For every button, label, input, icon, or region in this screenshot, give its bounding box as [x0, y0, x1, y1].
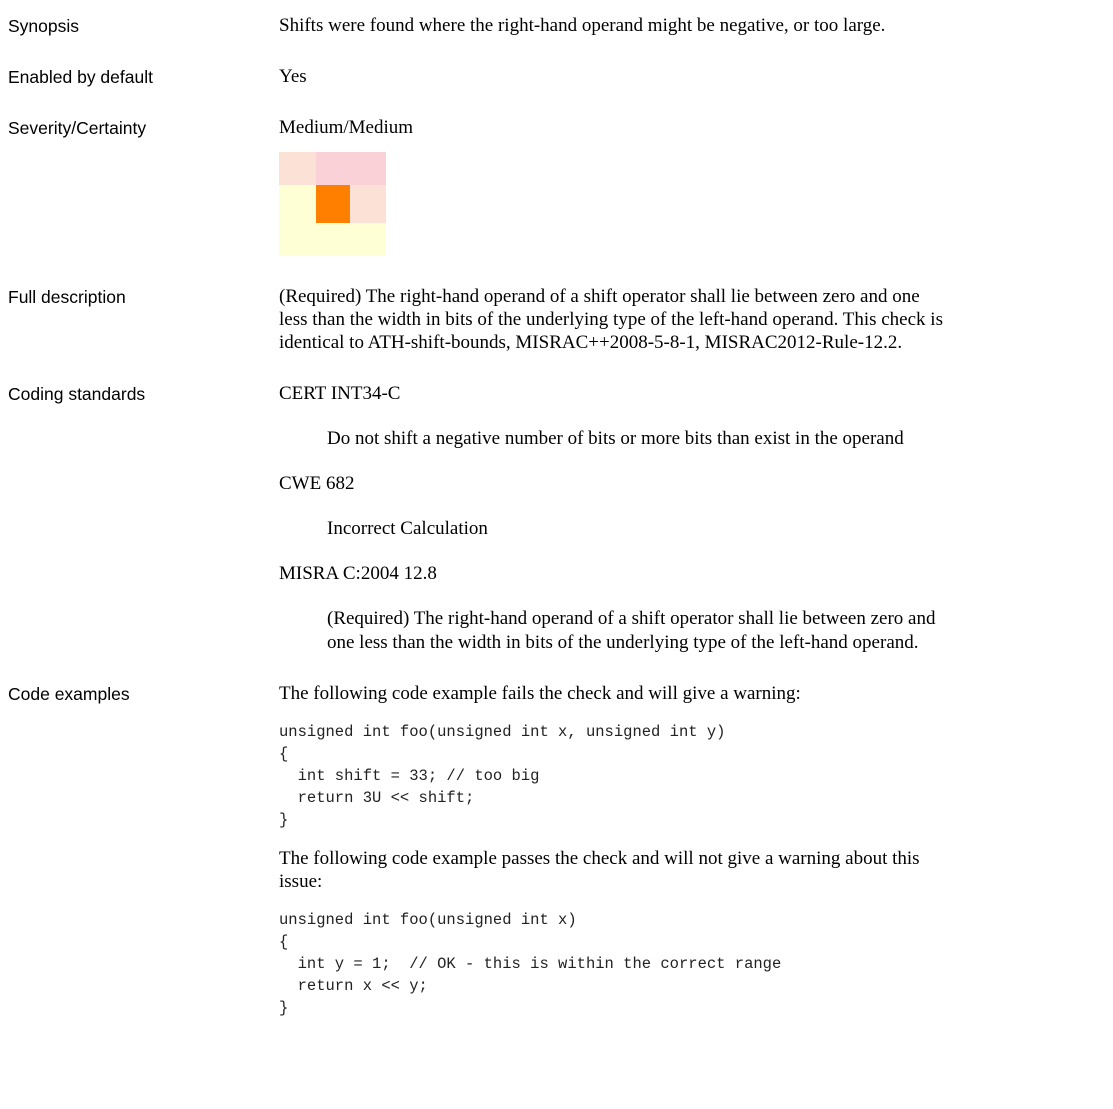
severity-cell [316, 223, 350, 256]
severity-certainty-matrix [279, 152, 386, 256]
synopsis-text: Shifts were found where the right-hand o… [279, 15, 886, 36]
enabled-label: Enabled by default [8, 67, 153, 87]
severity-cell [350, 223, 386, 256]
severity-cell [350, 185, 386, 223]
fail-code-block: unsigned int foo(unsigned int x, unsigne… [279, 723, 726, 829]
severity-cell [316, 152, 350, 185]
standard-description: Incorrect Calculation [327, 518, 488, 539]
standard-description: one less than the width in bits of the u… [327, 632, 919, 653]
severity-cell [279, 152, 316, 185]
severity-cell [350, 152, 386, 185]
standard-name: CWE 682 [279, 473, 355, 494]
severity-label: Severity/Certainty [8, 118, 147, 138]
code-examples-label: Code examples [8, 684, 130, 704]
severity-cell-active [316, 185, 350, 223]
pass-example-intro: The following code example passes the ch… [279, 848, 920, 869]
severity-cell [279, 223, 316, 256]
pass-code-block: unsigned int foo(unsigned int x) { int y… [279, 911, 782, 1017]
standard-name: MISRA C:2004 12.8 [279, 563, 437, 584]
standard-description: Do not shift a negative number of bits o… [327, 428, 904, 449]
full-description-line: less than the width in bits of the under… [279, 309, 943, 330]
pass-example-intro: issue: [279, 871, 323, 892]
full-description-label: Full description [8, 287, 126, 307]
severity-cell [279, 185, 316, 223]
synopsis-label: Synopsis [8, 16, 80, 36]
standard-name: CERT INT34-C [279, 383, 401, 404]
severity-value: Medium/Medium [279, 117, 414, 138]
full-description-line: (Required) The right-hand operand of a s… [279, 286, 920, 307]
enabled-value: Yes [279, 66, 307, 87]
standard-description: (Required) The right-hand operand of a s… [327, 608, 936, 629]
full-description-line: identical to ATH-shift-bounds, MISRAC++2… [279, 332, 903, 353]
fail-example-intro: The following code example fails the che… [279, 683, 801, 704]
coding-standards-label: Coding standards [8, 384, 146, 404]
